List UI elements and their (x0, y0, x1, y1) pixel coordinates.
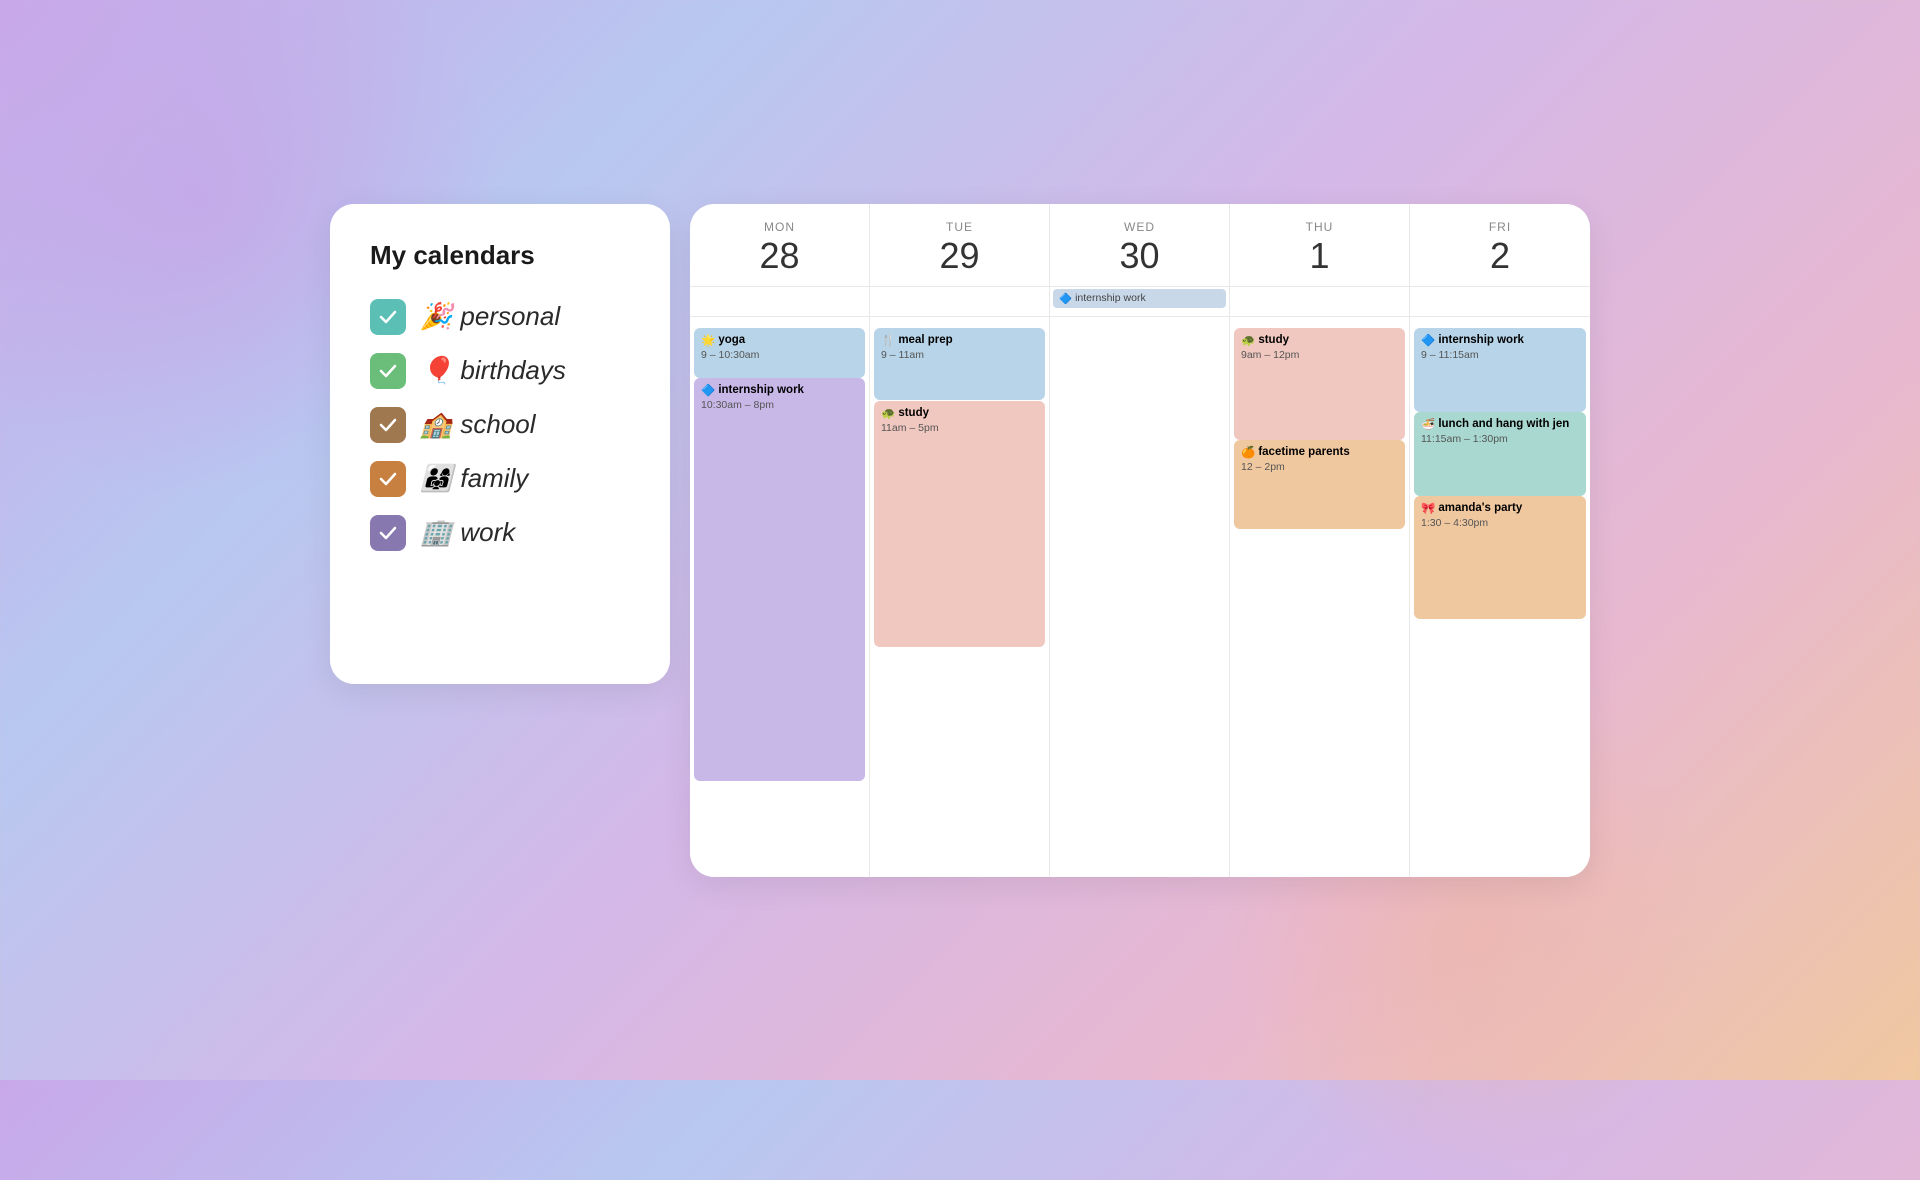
event-meal-prep-emoji: 🍴 (881, 333, 895, 347)
family-emoji: 👨‍👩‍👧 (420, 463, 452, 494)
day-column-fri: 🔷 internship work 9 – 11:15am 🍜 lunch an… (1410, 317, 1590, 877)
allday-event-label: internship work (1075, 292, 1146, 304)
event-amandas-party[interactable]: 🎀 amanda's party 1:30 – 4:30pm (1414, 496, 1586, 619)
event-meal-prep[interactable]: 🍴 meal prep 9 – 11am (874, 328, 1045, 401)
allday-cell-wed: 🔷 internship work (1050, 287, 1230, 316)
calendar-panel: MON 28 TUE 29 WED 30 THU 1 FRI 2 (690, 204, 1590, 877)
work-emoji: 🏢 (420, 517, 452, 548)
calendar-item-work[interactable]: 🏢 work (370, 515, 630, 551)
allday-cell-mon (690, 287, 870, 316)
calendar-item-school[interactable]: 🏫 school (370, 407, 630, 443)
calendar-item-family[interactable]: 👨‍👩‍👧 family (370, 461, 630, 497)
sidebar-title: My calendars (370, 240, 630, 271)
event-party-emoji: 🎀 (1421, 501, 1435, 515)
allday-cell-thu (1230, 287, 1410, 316)
allday-row: 🔷 internship work (690, 287, 1590, 317)
day-column-wed (1050, 317, 1230, 877)
day-header-fri: FRI 2 (1410, 204, 1590, 286)
day-header-wed: WED 30 (1050, 204, 1230, 286)
calendar-body: 🌟 yoga 9 – 10:30am 🔷 internship work 10:… (690, 317, 1590, 877)
event-internship-mon-emoji: 🔷 (701, 383, 715, 397)
calendar-label-work: 🏢 work (420, 517, 515, 548)
allday-event-internship[interactable]: 🔷 internship work (1053, 289, 1226, 308)
day-header-mon: MON 28 (690, 204, 870, 286)
event-lunch-jen[interactable]: 🍜 lunch and hang with jen 11:15am – 1:30… (1414, 412, 1586, 496)
event-study-tue[interactable]: 🐢 study 11am – 5pm (874, 401, 1045, 647)
event-yoga[interactable]: 🌟 yoga 9 – 10:30am (694, 328, 865, 378)
day-column-mon: 🌟 yoga 9 – 10:30am 🔷 internship work 10:… (690, 317, 870, 877)
checkbox-birthdays[interactable] (370, 353, 406, 389)
event-internship-fri-emoji: 🔷 (1421, 333, 1435, 347)
allday-cell-fri (1410, 287, 1590, 316)
calendar-list: 🎉 personal 🎈 birthdays (370, 299, 630, 551)
app-layout: My calendars 🎉 personal 🎈 birthda (330, 204, 1590, 877)
personal-emoji: 🎉 (420, 301, 452, 332)
day-column-thu: 🐢 study 9am – 12pm 🍊 facetime parents 12… (1230, 317, 1410, 877)
event-internship-fri[interactable]: 🔷 internship work 9 – 11:15am (1414, 328, 1586, 412)
checkbox-school[interactable] (370, 407, 406, 443)
checkbox-personal[interactable] (370, 299, 406, 335)
calendar-label-family: 👨‍👩‍👧 family (420, 463, 528, 494)
day-column-tue: 🍴 meal prep 9 – 11am 🐢 study 11am – 5pm (870, 317, 1050, 877)
calendar-label-school: 🏫 school (420, 409, 536, 440)
calendar-item-personal[interactable]: 🎉 personal (370, 299, 630, 335)
checkbox-family[interactable] (370, 461, 406, 497)
event-study-thu[interactable]: 🐢 study 9am – 12pm (1234, 328, 1405, 440)
event-lunch-emoji: 🍜 (1421, 417, 1435, 431)
event-study-thu-emoji: 🐢 (1241, 333, 1255, 347)
checkbox-work[interactable] (370, 515, 406, 551)
event-facetime-emoji: 🍊 (1241, 445, 1255, 459)
sidebar: My calendars 🎉 personal 🎈 birthda (330, 204, 670, 684)
calendar-label-personal: 🎉 personal (420, 301, 560, 332)
day-header-tue: TUE 29 (870, 204, 1050, 286)
event-facetime[interactable]: 🍊 facetime parents 12 – 2pm (1234, 440, 1405, 530)
calendar-header: MON 28 TUE 29 WED 30 THU 1 FRI 2 (690, 204, 1590, 287)
school-emoji: 🏫 (420, 409, 452, 440)
event-internship-mon[interactable]: 🔷 internship work 10:30am – 8pm (694, 378, 865, 781)
allday-cell-tue (870, 287, 1050, 316)
calendar-label-birthdays: 🎈 birthdays (420, 355, 566, 386)
calendar-item-birthdays[interactable]: 🎈 birthdays (370, 353, 630, 389)
allday-event-emoji: 🔷 (1059, 292, 1072, 305)
birthdays-emoji: 🎈 (420, 355, 452, 386)
day-header-thu: THU 1 (1230, 204, 1410, 286)
event-yoga-emoji: 🌟 (701, 333, 715, 347)
event-study-tue-emoji: 🐢 (881, 406, 895, 420)
